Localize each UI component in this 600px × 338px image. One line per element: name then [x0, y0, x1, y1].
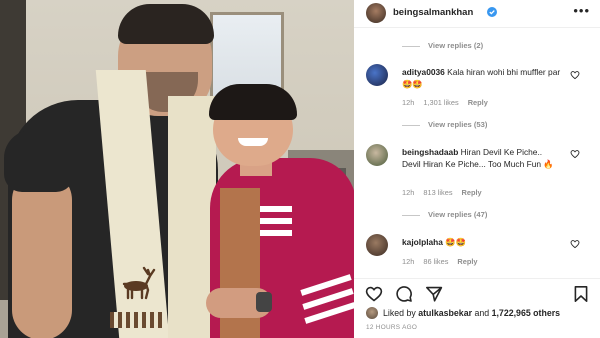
view-replies-link[interactable]: View replies (53)	[402, 120, 487, 129]
post-header: beingsalmankhan •••	[354, 0, 600, 28]
comment-likes[interactable]: 1,301 likes	[423, 98, 458, 107]
verified-badge-icon	[487, 7, 497, 17]
likes-count[interactable]: 1,722,965 others	[492, 308, 560, 318]
scarf-pattern	[110, 312, 164, 328]
more-options-icon[interactable]: •••	[573, 3, 590, 18]
likes-text[interactable]: Liked by atulkasbekar and 1,722,965 othe…	[383, 308, 560, 318]
likes-user[interactable]: atulkasbekar	[418, 308, 472, 318]
heart-outline-icon[interactable]	[570, 239, 580, 249]
share-icon[interactable]	[425, 285, 443, 303]
avatar[interactable]	[366, 307, 378, 319]
post-photo[interactable]	[0, 0, 354, 338]
comment-username[interactable]: kajolplaha	[402, 237, 443, 247]
comment-meta: 12h 86 likes Reply	[402, 257, 487, 266]
view-replies-link[interactable]: View replies (2)	[402, 41, 483, 50]
avatar[interactable]	[366, 144, 388, 166]
view-replies-link[interactable]: View replies (47)	[402, 210, 487, 219]
comment-username[interactable]: aditya0036	[402, 67, 445, 77]
avatar[interactable]	[366, 234, 388, 256]
avatar[interactable]	[366, 3, 386, 23]
avatar[interactable]	[366, 64, 388, 86]
post-timestamp: 12 HOURS AGO	[366, 324, 418, 331]
likes-summary: Liked by atulkasbekar and 1,722,965 othe…	[354, 306, 600, 322]
deer-emblem-icon	[122, 266, 156, 300]
comment-meta: 12h 1,301 likes Reply	[402, 98, 497, 107]
reply-button[interactable]: Reply	[468, 98, 488, 107]
comment-likes[interactable]: 813 likes	[423, 188, 452, 197]
comment-meta: 12h 813 likes Reply	[402, 188, 491, 197]
wristwatch	[256, 292, 272, 312]
comment-body: beingshadaab Hiran Devil Ke Piche.. Devi…	[402, 146, 562, 170]
likes-middle: and	[472, 308, 492, 318]
like-heart-icon[interactable]	[365, 285, 383, 303]
comment-body: aditya0036 Kala hiran wohi bhi muffler p…	[402, 66, 562, 90]
post-actions	[354, 278, 600, 307]
divider	[402, 124, 420, 126]
comment-icon[interactable]	[395, 285, 413, 303]
header-username[interactable]: beingsalmankhan	[393, 7, 473, 18]
comment-time: 12h	[402, 188, 415, 197]
comment-username[interactable]: beingshadaab	[402, 147, 458, 157]
divider	[402, 214, 420, 216]
comment-time: 12h	[402, 98, 415, 107]
comment-time: 12h	[402, 257, 415, 266]
save-bookmark-icon[interactable]	[572, 285, 590, 303]
divider	[402, 45, 420, 47]
view-replies-label: View replies (2)	[428, 41, 484, 50]
reply-button[interactable]: Reply	[462, 188, 482, 197]
view-replies-label: View replies (47)	[428, 210, 488, 219]
heart-outline-icon[interactable]	[570, 149, 580, 159]
woman-hair	[209, 84, 297, 120]
comments-sidebar: beingsalmankhan ••• View replies (2) adi…	[354, 0, 600, 338]
man-sleeve	[4, 130, 74, 192]
reply-button[interactable]: Reply	[457, 257, 477, 266]
man-arm	[12, 170, 72, 338]
man-hair	[118, 4, 214, 44]
likes-prefix: Liked by	[383, 308, 419, 318]
comment-likes[interactable]: 86 likes	[423, 257, 448, 266]
view-replies-label: View replies (53)	[428, 120, 488, 129]
comment-body: kajolplaha 🤩🤩	[402, 236, 562, 248]
woman-smile	[238, 138, 268, 146]
comment-text: 🤩🤩	[445, 237, 467, 247]
heart-outline-icon[interactable]	[570, 70, 580, 80]
